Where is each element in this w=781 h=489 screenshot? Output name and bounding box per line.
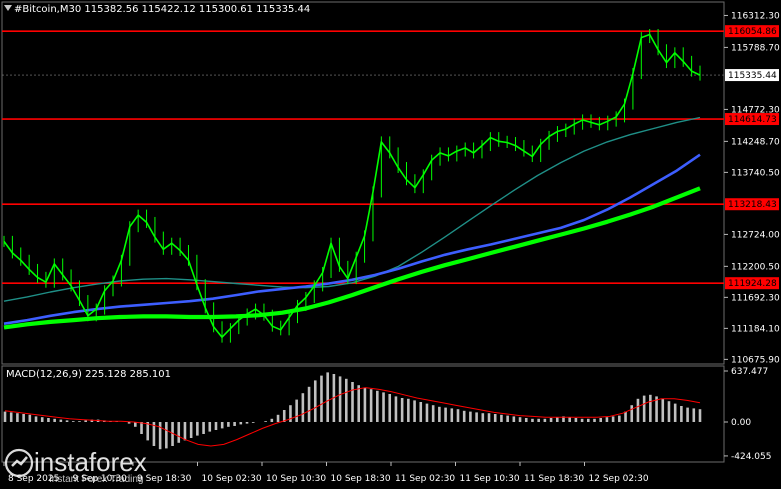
level-label: 116054.86	[728, 27, 777, 37]
level-label: 111924.28	[728, 279, 777, 289]
broker-logo: instaforex Instant Forex Trading	[4, 446, 184, 488]
x-tick-label: 11 Sep 10:30	[460, 474, 520, 484]
level-label: 113218.43	[728, 200, 777, 210]
y-tick-label: 115788.70	[731, 43, 780, 53]
x-tick-label: 10 Sep 10:30	[266, 474, 326, 484]
x-tick-label: 10 Sep 02:30	[202, 474, 262, 484]
current-price-label: 115335.44	[728, 71, 777, 81]
x-tick-label: 11 Sep 02:30	[395, 474, 455, 484]
macd-y-tick-label: 0.00	[731, 418, 751, 428]
y-tick-label: 113740.50	[731, 168, 780, 178]
logo-tagline: Instant Forex Trading	[49, 474, 144, 485]
y-tick-label: 111692.30	[731, 293, 780, 303]
symbol-header: #Bitcoin,M30 115382.56 115422.12 115300.…	[4, 4, 310, 15]
x-tick-label: 11 Sep 18:30	[524, 474, 584, 484]
price-chart: 116312.30115788.70114772.30114248.701137…	[0, 0, 781, 489]
x-tick-label: 10 Sep 18:30	[331, 474, 391, 484]
y-tick-label: 112200.50	[731, 262, 780, 272]
y-tick-label: 110675.90	[731, 355, 780, 365]
logo-icon	[4, 448, 34, 478]
y-tick-label: 116312.30	[731, 11, 780, 21]
triangle-down-icon[interactable]	[4, 5, 12, 12]
symbol-line: #Bitcoin,M30 115382.56 115422.12 115300.…	[14, 4, 311, 15]
y-tick-label: 114248.70	[731, 137, 780, 147]
y-tick-label: 112724.00	[731, 230, 780, 240]
macd-header: MACD(12,26,9) 225.128 285.101	[6, 369, 172, 380]
macd-y-tick-label: 637.477	[731, 367, 768, 377]
y-tick-label: 111184.10	[731, 324, 780, 334]
level-label: 114614.73	[728, 115, 777, 125]
x-tick-label: 12 Sep 02:30	[589, 474, 649, 484]
macd-y-tick-label: -424.055	[731, 452, 771, 462]
